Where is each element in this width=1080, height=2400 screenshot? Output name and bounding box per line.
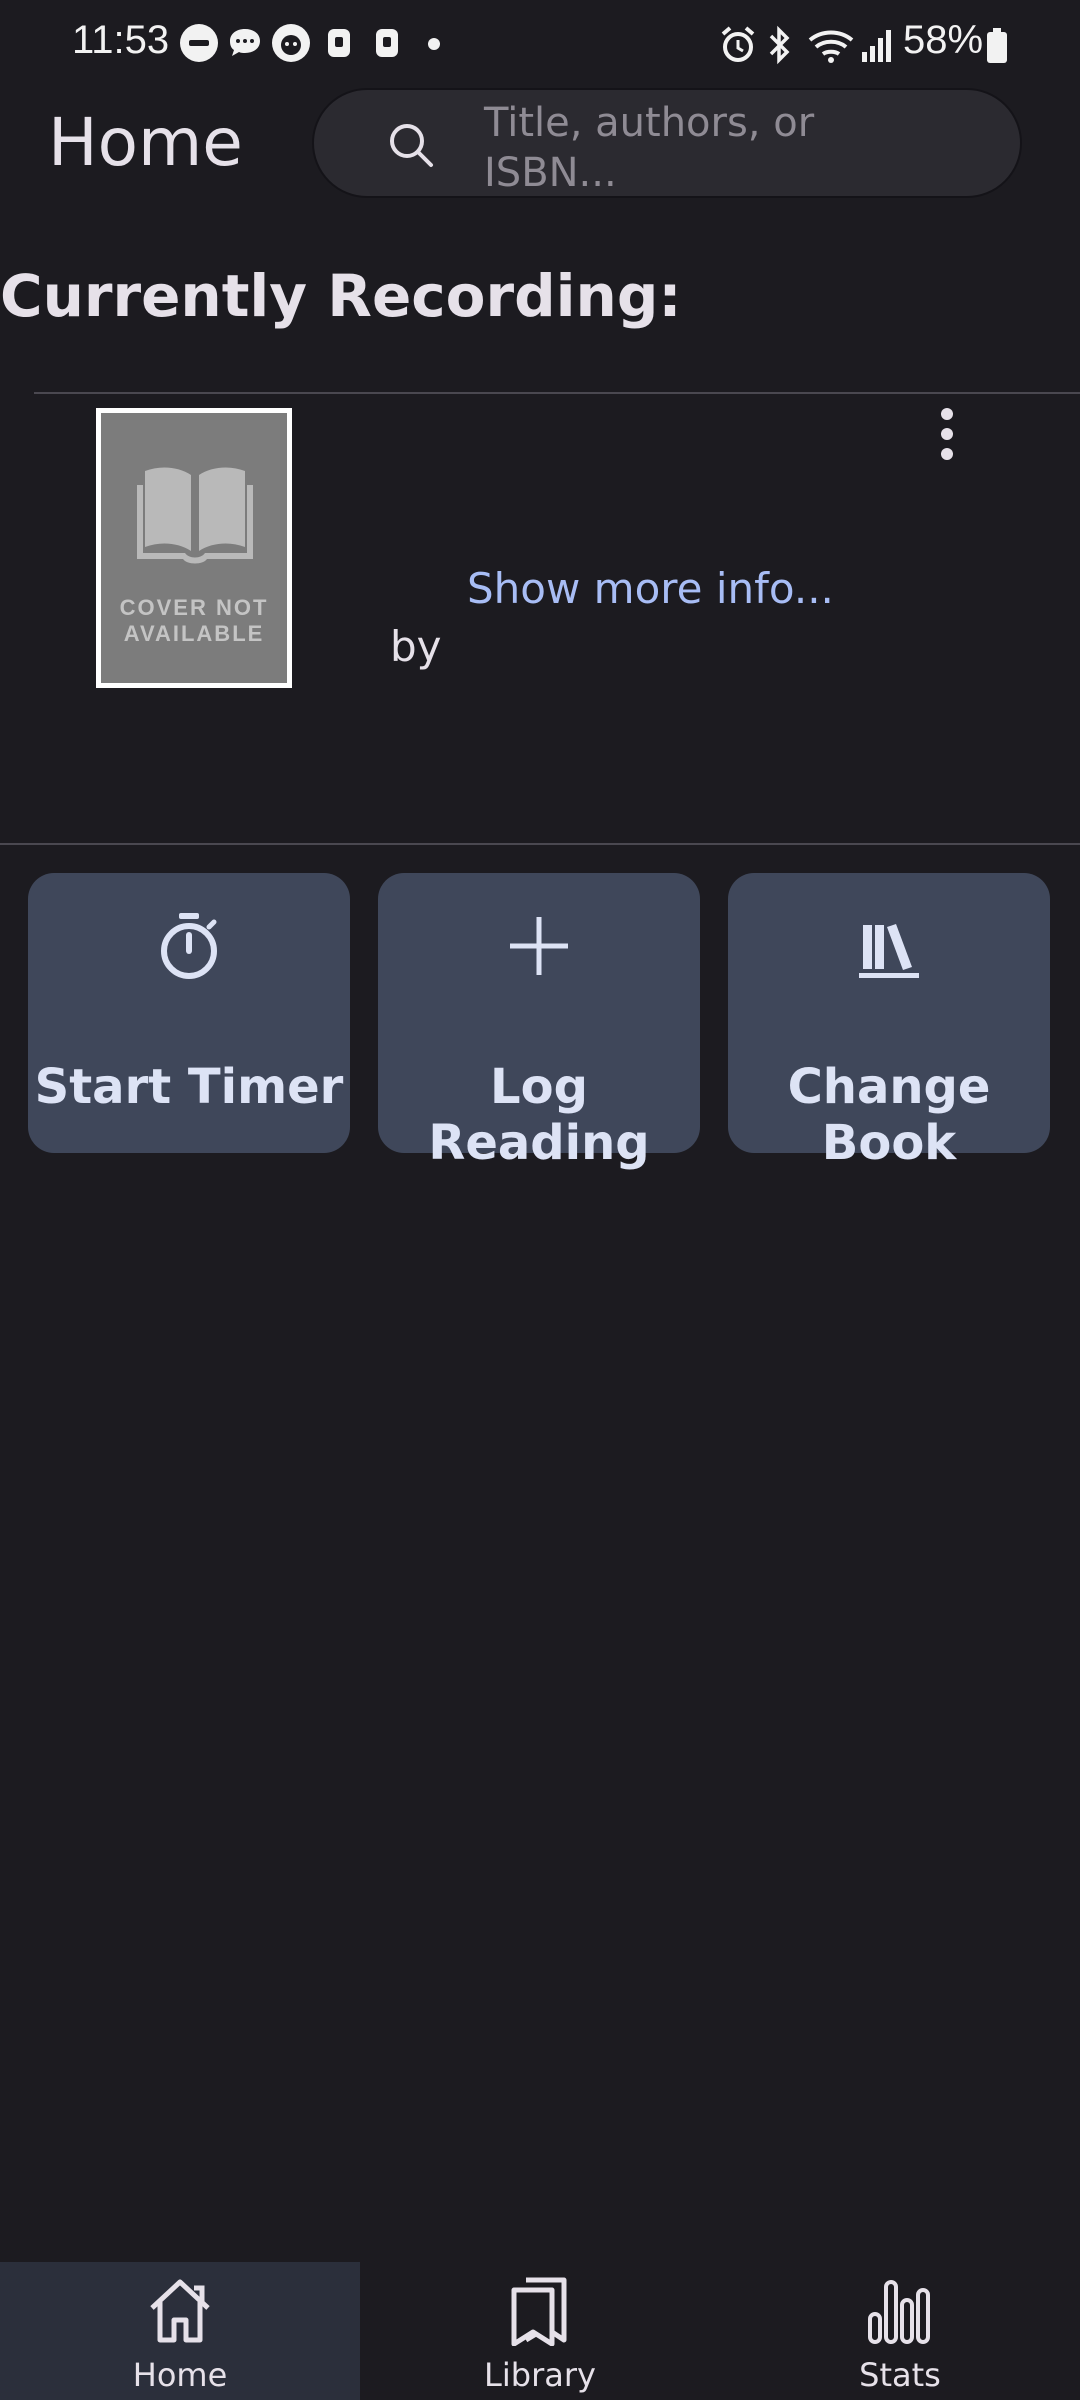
change-book-button[interactable]: Change Book — [728, 873, 1050, 1171]
divider — [0, 843, 1080, 845]
cover-label-line1: COVER NOT — [119, 595, 269, 620]
search-bar[interactable]: Title, authors, or ISBN... — [312, 88, 1022, 198]
cup-icon — [320, 24, 358, 62]
nav-label-library: Library — [484, 2356, 596, 2394]
start-timer-label: Start Timer — [34, 1059, 344, 1115]
books-icon — [859, 924, 919, 978]
status-bar: 11:53 58% — [0, 0, 1080, 90]
plus-icon — [510, 917, 568, 975]
nav-label-stats: Stats — [859, 2356, 941, 2394]
chat-bubble-icon — [226, 24, 264, 62]
nav-item-stats[interactable]: Stats — [720, 2262, 1080, 2400]
show-more-info-link[interactable]: Show more info... — [467, 564, 834, 613]
bluetooth-icon — [769, 25, 790, 65]
divider — [34, 392, 1080, 394]
cover-not-available-label: COVER NOT AVAILABLE — [101, 595, 287, 647]
cover-label-line2: AVAILABLE — [123, 621, 265, 646]
do-not-disturb-icon — [180, 24, 218, 62]
bar-chart-icon — [868, 2280, 930, 2344]
search-input[interactable]: Title, authors, or ISBN... — [484, 98, 944, 198]
more-options-button[interactable] — [930, 408, 964, 460]
section-title: Currently Recording: — [0, 262, 682, 330]
nav-item-library[interactable]: Library — [360, 2262, 720, 2400]
log-reading-button[interactable]: Log Reading — [378, 873, 700, 1171]
more-notifications-dot — [428, 38, 440, 50]
alarm-icon — [721, 26, 755, 62]
bottom-navigation: Home Library Stats — [0, 2262, 1080, 2400]
start-timer-button[interactable]: Start Timer — [28, 873, 350, 1153]
more-options-icon — [941, 448, 953, 460]
book-author-label: by — [390, 622, 442, 671]
search-icon — [390, 124, 433, 167]
home-icon — [150, 2279, 210, 2343]
battery-percentage: 58% — [903, 18, 984, 62]
signal-icon — [862, 30, 891, 62]
more-options-icon — [941, 408, 953, 420]
timer-icon — [161, 913, 217, 979]
battery-icon — [987, 28, 1007, 63]
change-book-label: Change Book — [787, 1059, 991, 1171]
log-reading-label: Log Reading — [428, 1059, 650, 1171]
open-book-icon — [137, 467, 253, 564]
nav-label-home: Home — [132, 2356, 228, 2394]
page-title: Home — [48, 104, 243, 181]
app-cat-icon — [272, 24, 310, 62]
nav-item-home[interactable]: Home — [0, 2262, 360, 2400]
wifi-icon — [808, 30, 854, 63]
bookmarks-icon — [511, 2277, 567, 2346]
more-options-icon — [941, 428, 953, 440]
cup-icon — [368, 24, 406, 62]
book-cover[interactable]: COVER NOT AVAILABLE — [96, 408, 292, 688]
status-time: 11:53 — [72, 18, 170, 62]
